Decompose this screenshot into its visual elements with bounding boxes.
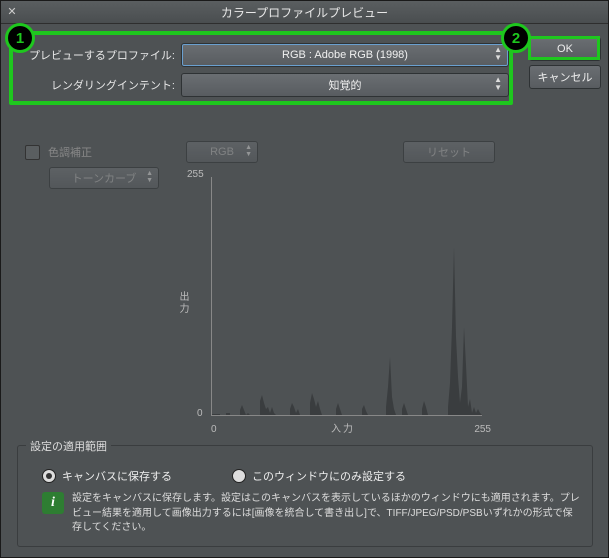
histogram-area: 255 0 出力 0 255 入力: [211, 171, 491, 431]
profile-value: RGB : Adobe RGB (1998): [282, 49, 408, 61]
updown-icon: ▲▼: [146, 170, 153, 184]
profile-dropdown[interactable]: RGB : Adobe RGB (1998) ▲▼: [181, 43, 509, 67]
scope-info-text: 設定をキャンバスに保存します。設定はこのキャンバスを表示しているほかのウィンドウ…: [72, 492, 582, 536]
cancel-button[interactable]: キャンセル: [529, 65, 601, 89]
close-icon[interactable]: ✕: [5, 4, 19, 18]
histogram-plot: [211, 177, 482, 416]
info-icon: i: [42, 492, 64, 514]
intent-row: レンダリングインテント: 知覚的 ▲▼: [17, 73, 509, 97]
x-axis-label: 入力: [331, 420, 355, 435]
scope-radio-row: キャンバスに保存する このウィンドウにのみ設定する: [28, 468, 582, 484]
y-axis-label: 出力: [175, 291, 190, 315]
ok-button[interactable]: OK: [529, 37, 601, 61]
scope-legend: 設定の適用範囲: [26, 438, 111, 454]
titlebar: ✕ カラープロファイルプレビュー: [1, 1, 608, 24]
intent-value: 知覚的: [329, 77, 362, 93]
tone-correction-row: 色調補正 RGB ▲▼ リセット: [25, 141, 585, 163]
curve-type-dropdown[interactable]: トーンカーブ ▲▼: [49, 167, 159, 189]
tone-correction-label: 色調補正: [48, 144, 92, 160]
channel-dropdown[interactable]: RGB ▲▼: [186, 141, 258, 163]
scope-radio-canvas[interactable]: キャンバスに保存する: [42, 468, 172, 484]
radio-icon: [232, 469, 246, 483]
y-axis-min: 0: [197, 408, 203, 419]
radio-icon: [42, 469, 56, 483]
profile-row: プレビューするプロファイル: RGB : Adobe RGB (1998) ▲▼: [17, 43, 509, 67]
scope-info-row: i 設定をキャンバスに保存します。設定はこのキャンバスを表示しているほかのウィン…: [28, 492, 582, 536]
updown-icon: ▲▼: [494, 46, 502, 62]
intent-label: レンダリングインテント:: [17, 77, 181, 93]
dialog-title: カラープロファイルプレビュー: [221, 4, 388, 21]
profile-label: プレビューするプロファイル:: [17, 47, 181, 63]
updown-icon: ▲▼: [494, 76, 502, 92]
y-axis-max: 255: [187, 169, 204, 180]
color-profile-preview-dialog: ✕ カラープロファイルプレビュー 1 2 プレビューするプロファイル: RGB …: [0, 0, 609, 558]
x-axis-max: 255: [474, 424, 491, 435]
reset-button[interactable]: リセット: [403, 141, 495, 163]
scope-radio-window[interactable]: このウィンドウにのみ設定する: [232, 468, 406, 484]
scope-groupbox: 設定の適用範囲 キャンバスに保存する このウィンドウにのみ設定する i 設定をキ…: [17, 445, 593, 547]
tone-correction-checkbox[interactable]: [25, 145, 40, 160]
histogram-svg: [212, 177, 482, 415]
x-axis-min: 0: [211, 424, 217, 435]
intent-dropdown[interactable]: 知覚的 ▲▼: [181, 73, 509, 97]
updown-icon: ▲▼: [245, 144, 252, 158]
curve-row: トーンカーブ ▲▼: [49, 167, 159, 189]
